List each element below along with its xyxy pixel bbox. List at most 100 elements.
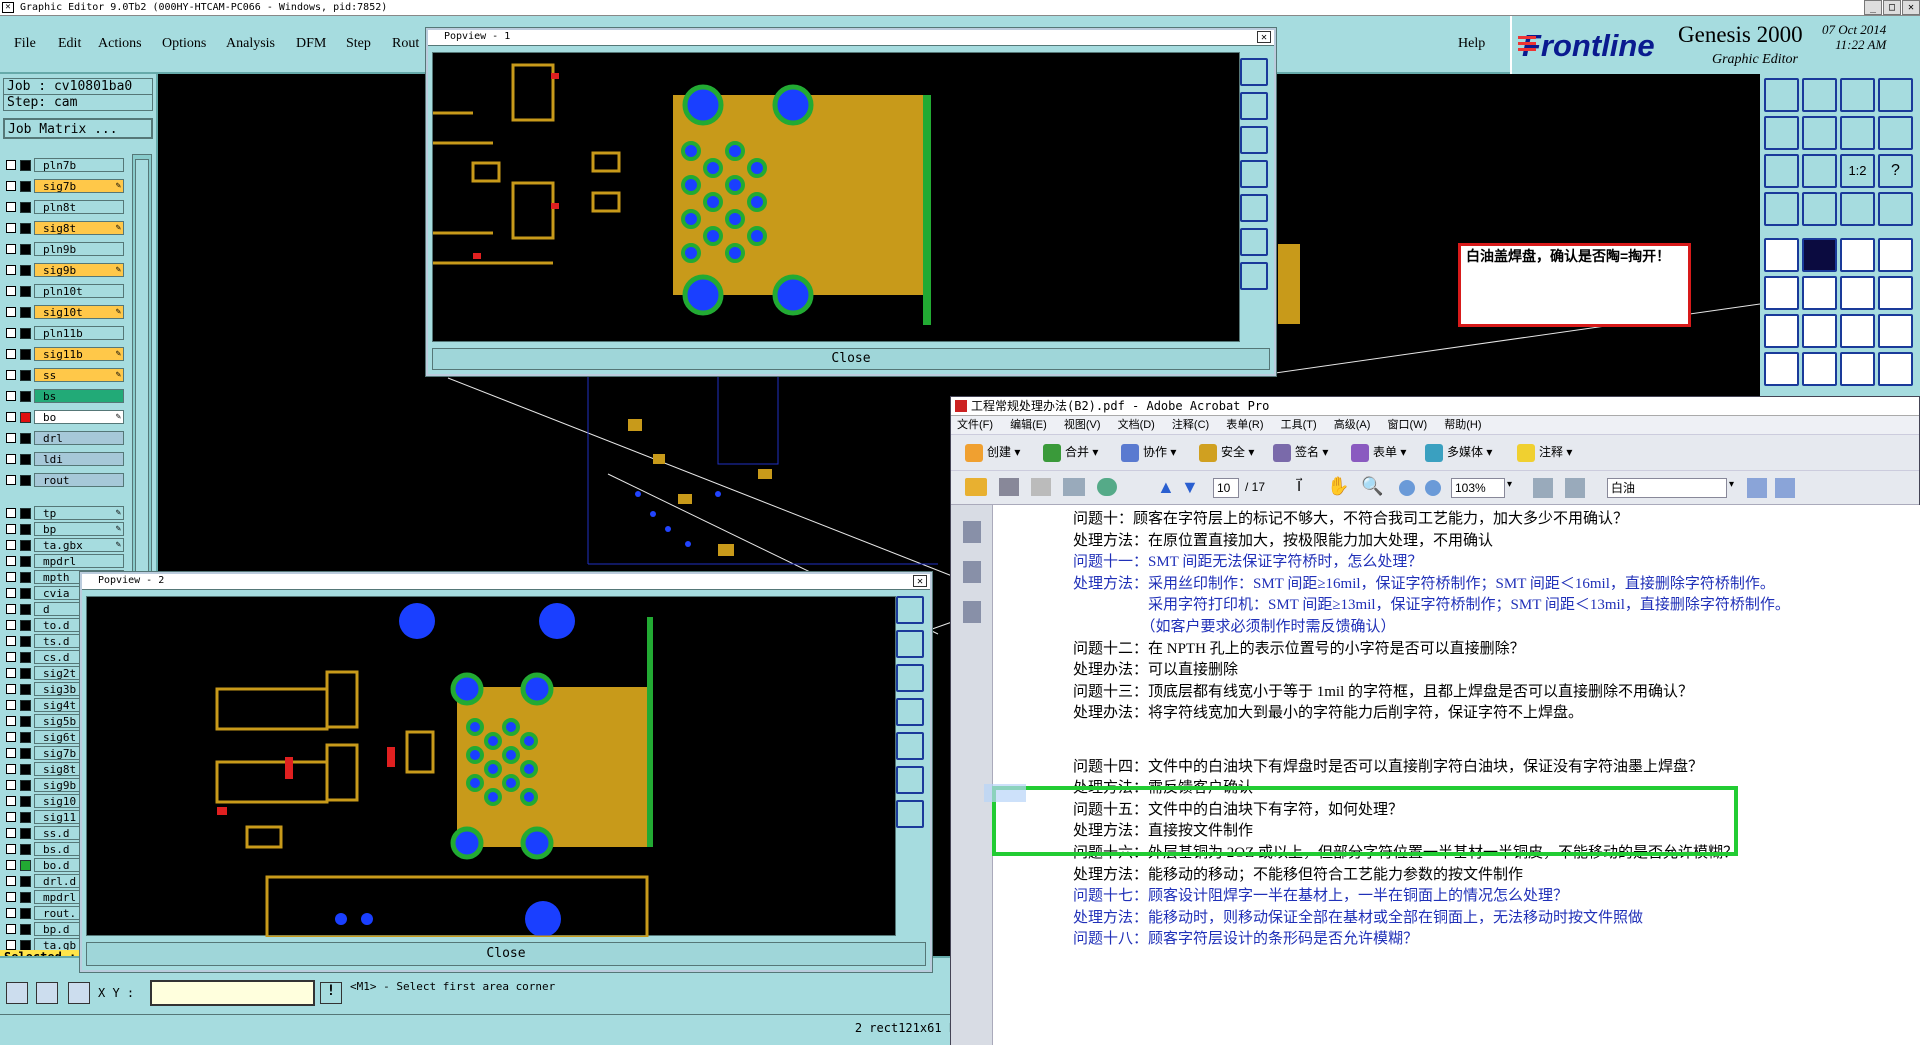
layer-row[interactable]: pln7b [4, 158, 124, 172]
layer-color-swatch[interactable] [20, 892, 31, 903]
tool-button[interactable] [1840, 352, 1875, 386]
prev-page-icon[interactable]: ▲ [1157, 477, 1175, 498]
create-button[interactable]: 创建 ▾ [965, 443, 1020, 462]
layer-name[interactable]: rout [34, 473, 124, 487]
layer-color-swatch[interactable] [20, 828, 31, 839]
tool-button[interactable] [1802, 238, 1837, 272]
layer-checkbox[interactable] [6, 202, 16, 212]
xy-input[interactable] [150, 980, 315, 1006]
refresh-icon[interactable] [1097, 478, 1117, 496]
sign-button[interactable]: 签名 ▾ [1273, 443, 1328, 462]
layer-checkbox[interactable] [6, 748, 16, 758]
open-folder-icon[interactable] [965, 478, 987, 496]
layer-checkbox[interactable] [6, 812, 16, 822]
layer-color-swatch[interactable] [20, 620, 31, 631]
layer-checkbox[interactable] [6, 924, 16, 934]
layer-color-swatch[interactable] [20, 181, 31, 192]
layer-row[interactable]: sig11b ✎ [4, 347, 124, 361]
layer-color-swatch[interactable] [20, 540, 31, 551]
collaborate-button[interactable]: 协作 ▾ [1121, 443, 1176, 462]
layer-checkbox[interactable] [6, 780, 16, 790]
print-icon[interactable] [999, 478, 1019, 496]
layer-checkbox[interactable] [6, 636, 16, 646]
tool-button[interactable] [1764, 78, 1799, 112]
fit-width-icon[interactable] [1565, 478, 1585, 498]
layer-color-swatch[interactable] [20, 572, 31, 583]
menu-step[interactable]: Step [346, 36, 371, 52]
layer-color-swatch[interactable] [20, 796, 31, 807]
layer-checkbox[interactable] [6, 588, 16, 598]
layer-checkbox[interactable] [6, 556, 16, 566]
secure-button[interactable]: 安全 ▾ [1199, 443, 1254, 462]
layer-checkbox[interactable] [6, 328, 16, 338]
layer-checkbox[interactable] [6, 391, 16, 401]
layer-checkbox[interactable] [6, 349, 16, 359]
menu-actions[interactable]: Actions [98, 36, 142, 52]
layer-checkbox[interactable] [6, 181, 16, 191]
menu-help[interactable]: Help [1458, 36, 1485, 52]
layer-row[interactable]: pln10t [4, 284, 124, 298]
layer-row[interactable]: sig9b ✎ [4, 263, 124, 277]
pdf-document[interactable]: 问题十：顾客在字符层上的标记不够大，不符合我司工艺能力，加大多少不用确认？ 处理方… [993, 505, 1920, 1045]
layer-checkbox[interactable] [6, 764, 16, 774]
layer-checkbox[interactable] [6, 620, 16, 630]
layer-checkbox[interactable] [6, 604, 16, 614]
layer-color-swatch[interactable] [20, 604, 31, 615]
layer-color-swatch[interactable] [20, 244, 31, 255]
layer-name[interactable]: bs [34, 389, 124, 403]
acro-menu-document[interactable]: 文档(D) [1118, 419, 1155, 431]
layer-color-swatch[interactable] [20, 223, 31, 234]
tool-button[interactable] [1764, 352, 1799, 386]
acro-menu-advanced[interactable]: 高级(A) [1334, 419, 1371, 431]
save-icon[interactable] [1031, 478, 1051, 496]
layer-color-swatch[interactable] [20, 844, 31, 855]
layer-checkbox[interactable] [6, 652, 16, 662]
tool-button[interactable] [1764, 192, 1799, 226]
layer-color-swatch[interactable] [20, 636, 31, 647]
layer-name[interactable]: tp ✎ [34, 506, 124, 520]
layer-name[interactable]: pln10t [34, 284, 124, 298]
tool-button[interactable] [1878, 276, 1913, 310]
tool-button[interactable] [1802, 78, 1837, 112]
layer-row[interactable]: ss ✎ [4, 368, 124, 382]
zoom-tool-icon[interactable] [1240, 126, 1268, 154]
select-tool-icon[interactable]: I⃗ [1297, 478, 1301, 495]
acro-menu-file[interactable]: 文件(F) [957, 419, 993, 431]
layer-name[interactable]: drl [34, 431, 124, 445]
layer-color-swatch[interactable] [20, 202, 31, 213]
layer-color-swatch[interactable] [20, 412, 31, 423]
layer-checkbox[interactable] [6, 844, 16, 854]
layer-color-swatch[interactable] [20, 780, 31, 791]
tool-button[interactable] [1878, 192, 1913, 226]
layer-color-swatch[interactable] [20, 876, 31, 887]
layer-color-swatch[interactable] [20, 349, 31, 360]
layer-color-swatch[interactable] [20, 668, 31, 679]
acro-menu-tools[interactable]: 工具(T) [1281, 419, 1317, 431]
layer-name[interactable]: sig8t ✎ [34, 221, 124, 235]
zoom-tool-icon[interactable] [1240, 194, 1268, 222]
layer-name[interactable]: mpdrl [34, 554, 124, 568]
layer-color-swatch[interactable] [20, 475, 31, 486]
zoom-tool-icon[interactable] [1240, 58, 1268, 86]
tool-button[interactable] [1878, 314, 1913, 348]
layer-color-swatch[interactable] [20, 652, 31, 663]
layer-checkbox[interactable] [6, 540, 16, 550]
layer-color-swatch[interactable] [20, 860, 31, 871]
close-icon[interactable]: ✕ [1257, 31, 1271, 43]
tool-button[interactable] [1764, 314, 1799, 348]
combine-button[interactable]: 合并 ▾ [1043, 443, 1098, 462]
layer-checkbox[interactable] [6, 876, 16, 886]
layer-name[interactable]: ldi [34, 452, 124, 466]
layer-checkbox[interactable] [6, 475, 16, 485]
tool-button[interactable] [1840, 78, 1875, 112]
acro-menu-window[interactable]: 窗口(W) [1387, 419, 1427, 431]
layer-checkbox[interactable] [6, 892, 16, 902]
email-icon[interactable] [1063, 478, 1085, 496]
zoom-out-icon[interactable] [1399, 480, 1415, 496]
chevron-down-icon[interactable]: ▾ [1507, 479, 1512, 490]
layer-color-swatch[interactable] [20, 700, 31, 711]
select-tool-icon[interactable] [6, 982, 28, 1004]
layer-name[interactable]: sig9b ✎ [34, 263, 124, 277]
chevron-down-icon[interactable]: ▾ [1729, 479, 1734, 490]
maximize-button[interactable]: □ [1883, 0, 1901, 15]
